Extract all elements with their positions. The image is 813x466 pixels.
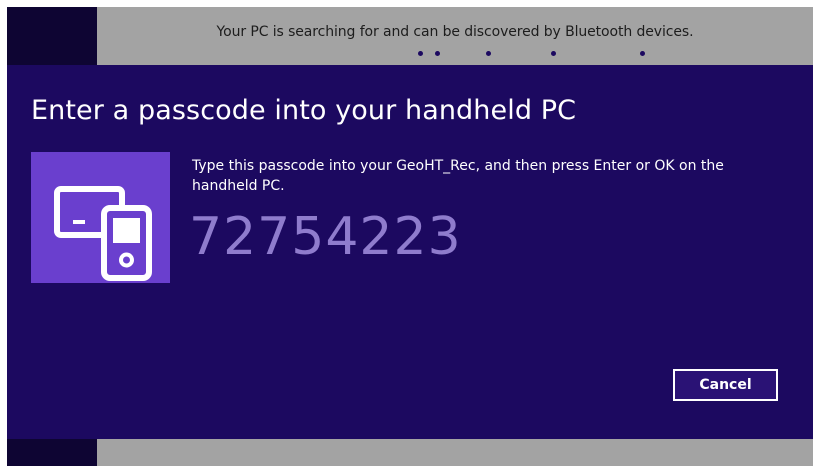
- progress-dot: [486, 51, 491, 56]
- tablet-and-handheld-device-icon: [54, 186, 152, 281]
- progress-dot: [551, 51, 556, 56]
- passcode-instruction: Type this passcode into your GeoHT_Rec, …: [192, 158, 724, 194]
- bluetooth-status-message: Your PC is searching for and can be disc…: [216, 24, 694, 40]
- status-bar: Your PC is searching for and can be disc…: [7, 7, 813, 65]
- cancel-button[interactable]: Cancel: [673, 369, 778, 401]
- passcode-value: 72754223: [189, 207, 462, 267]
- screen: Your PC is searching for and can be disc…: [7, 7, 813, 466]
- progress-dot: [418, 51, 423, 56]
- progress-dots: [7, 51, 813, 57]
- bottom-bar-edge: [7, 439, 97, 466]
- progress-dot: [640, 51, 645, 56]
- device-tile: [31, 152, 170, 283]
- passcode-dialog: Enter a passcode into your handheld PC T…: [7, 65, 813, 439]
- progress-dot: [435, 51, 440, 56]
- dialog-title: Enter a passcode into your handheld PC: [31, 95, 577, 126]
- bottom-bar: [7, 439, 813, 466]
